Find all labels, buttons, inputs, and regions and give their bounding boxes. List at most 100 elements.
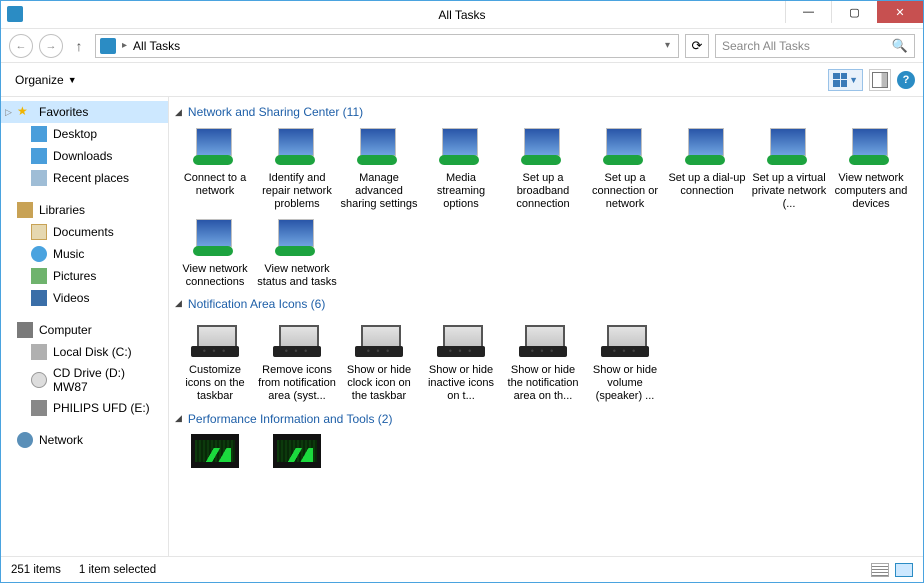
up-button[interactable]: ↑ — [69, 36, 89, 56]
task-label: Show or hide volume (speaker) ... — [585, 364, 665, 404]
task-item[interactable] — [175, 432, 255, 471]
sidebar-item-local-disk[interactable]: Local Disk (C:) — [1, 341, 168, 363]
task-label: View network connections — [175, 263, 255, 289]
minimize-button[interactable]: — — [785, 1, 831, 23]
task-label: Customize icons on the taskbar — [175, 364, 255, 404]
net-task-icon — [355, 127, 403, 169]
task-label: Identify and repair network problems — [257, 172, 337, 212]
music-icon — [31, 246, 47, 262]
task-item[interactable]: Set up a dial-up connection — [667, 125, 747, 212]
task-item[interactable]: Connect to a network — [175, 125, 255, 212]
task-item[interactable]: Identify and repair network problems — [257, 125, 337, 212]
sidebar-computer[interactable]: Computer — [1, 319, 168, 341]
sidebar-item-downloads[interactable]: Downloads — [1, 145, 168, 167]
perf-task-icon — [191, 434, 239, 468]
task-item[interactable]: Customize icons on the taskbar — [175, 317, 255, 404]
task-label: Set up a connection or network — [585, 172, 665, 212]
sidebar-favorites[interactable]: ▷★Favorites — [1, 101, 168, 123]
task-item[interactable]: Manage advanced sharing settings — [339, 125, 419, 212]
task-label: Show or hide the notification area on th… — [503, 364, 583, 404]
refresh-button[interactable]: ⟳ — [685, 34, 709, 58]
search-placeholder: Search All Tasks — [722, 39, 810, 53]
organize-label: Organize — [15, 73, 64, 87]
close-button[interactable]: ✕ — [877, 1, 923, 23]
group-header[interactable]: ◢ Network and Sharing Center (11) — [175, 97, 917, 125]
help-button[interactable]: ? — [897, 71, 915, 89]
pane-icon — [872, 72, 888, 88]
downloads-icon — [31, 148, 47, 164]
task-label: Manage advanced sharing settings — [339, 172, 419, 212]
chevron-down-icon[interactable]: ▾ — [661, 40, 674, 51]
forward-button[interactable]: → — [39, 34, 63, 58]
network-icon — [17, 432, 33, 448]
title-bar: All Tasks — ▢ ✕ — [1, 1, 923, 29]
sidebar-item-desktop[interactable]: Desktop — [1, 123, 168, 145]
task-label: Set up a dial-up connection — [667, 172, 747, 198]
net-task-icon — [273, 127, 321, 169]
net-task-icon — [191, 127, 239, 169]
net-task-icon — [519, 127, 567, 169]
group-header[interactable]: ◢ Performance Information and Tools (2) — [175, 404, 917, 432]
cd-icon — [31, 372, 47, 388]
task-item[interactable] — [257, 432, 337, 471]
task-item[interactable]: Set up a connection or network — [585, 125, 665, 212]
task-item[interactable]: View network status and tasks — [257, 216, 337, 289]
task-task-icon — [437, 319, 485, 361]
task-item[interactable]: Show or hide the notification area on th… — [503, 317, 583, 404]
task-label: Media streaming options — [421, 172, 501, 212]
view-mode-button[interactable]: ▼ — [828, 69, 863, 91]
sidebar-libraries[interactable]: Libraries — [1, 199, 168, 221]
group-name: Network and Sharing Center (11) — [188, 105, 363, 119]
task-item[interactable]: Show or hide clock icon on the taskbar — [339, 317, 419, 404]
breadcrumb[interactable]: ▸ All Tasks ▾ — [95, 34, 679, 58]
sidebar-item-documents[interactable]: Documents — [1, 221, 168, 243]
task-item[interactable]: View network connections — [175, 216, 255, 289]
task-task-icon — [519, 319, 567, 361]
sidebar-item-music[interactable]: Music — [1, 243, 168, 265]
task-item[interactable]: Remove icons from notification area (sys… — [257, 317, 337, 404]
pictures-icon — [31, 268, 47, 284]
task-item[interactable]: Media streaming options — [421, 125, 501, 212]
disk-icon — [31, 344, 47, 360]
task-label: Show or hide inactive icons on t... — [421, 364, 501, 404]
task-item[interactable]: Show or hide inactive icons on t... — [421, 317, 501, 404]
toolbar: Organize ▼ ▼ ? — [1, 63, 923, 97]
net-task-icon — [601, 127, 649, 169]
preview-pane-button[interactable] — [869, 69, 891, 91]
grid-icon — [833, 73, 847, 87]
back-button[interactable]: ← — [9, 34, 33, 58]
sidebar-item-usb-drive[interactable]: PHILIPS UFD (E:) — [1, 397, 168, 419]
chevron-right-icon: ▸ — [122, 40, 127, 51]
perf-task-icon — [273, 434, 321, 468]
maximize-button[interactable]: ▢ — [831, 1, 877, 23]
net-task-icon — [437, 127, 485, 169]
task-item[interactable]: Show or hide volume (speaker) ... — [585, 317, 665, 404]
collapse-icon: ◢ — [175, 413, 182, 424]
search-icon: 🔍 — [892, 38, 908, 54]
breadcrumb-label: All Tasks — [133, 39, 180, 53]
sidebar-network[interactable]: Network — [1, 429, 168, 451]
task-item[interactable]: Set up a broadband connection — [503, 125, 583, 212]
videos-icon — [31, 290, 47, 306]
search-input[interactable]: Search All Tasks 🔍 — [715, 34, 915, 58]
group-name: Performance Information and Tools (2) — [188, 412, 393, 426]
view-tiles-button[interactable] — [895, 563, 913, 577]
task-item[interactable]: View network computers and devices — [831, 125, 911, 212]
organize-button[interactable]: Organize ▼ — [9, 70, 83, 90]
view-details-button[interactable] — [871, 563, 889, 577]
task-task-icon — [191, 319, 239, 361]
content-pane: ◢ Network and Sharing Center (11) Connect … — [169, 97, 923, 556]
chevron-down-icon: ▼ — [849, 75, 858, 85]
task-item[interactable]: Set up a virtual private network (... — [749, 125, 829, 212]
sidebar-item-pictures[interactable]: Pictures — [1, 265, 168, 287]
desktop-icon — [31, 126, 47, 142]
collapse-icon: ◢ — [175, 107, 182, 118]
sidebar-item-cd-drive[interactable]: CD Drive (D:) MW87 — [1, 363, 168, 397]
sidebar-item-videos[interactable]: Videos — [1, 287, 168, 309]
task-task-icon — [355, 319, 403, 361]
group-header[interactable]: ◢Notification Area Icons (6) — [175, 289, 917, 317]
task-label: Set up a virtual private network (... — [749, 172, 829, 212]
task-label: Set up a broadband connection — [503, 172, 583, 212]
item-count: 251 items — [11, 564, 61, 576]
sidebar-item-recent[interactable]: Recent places — [1, 167, 168, 189]
